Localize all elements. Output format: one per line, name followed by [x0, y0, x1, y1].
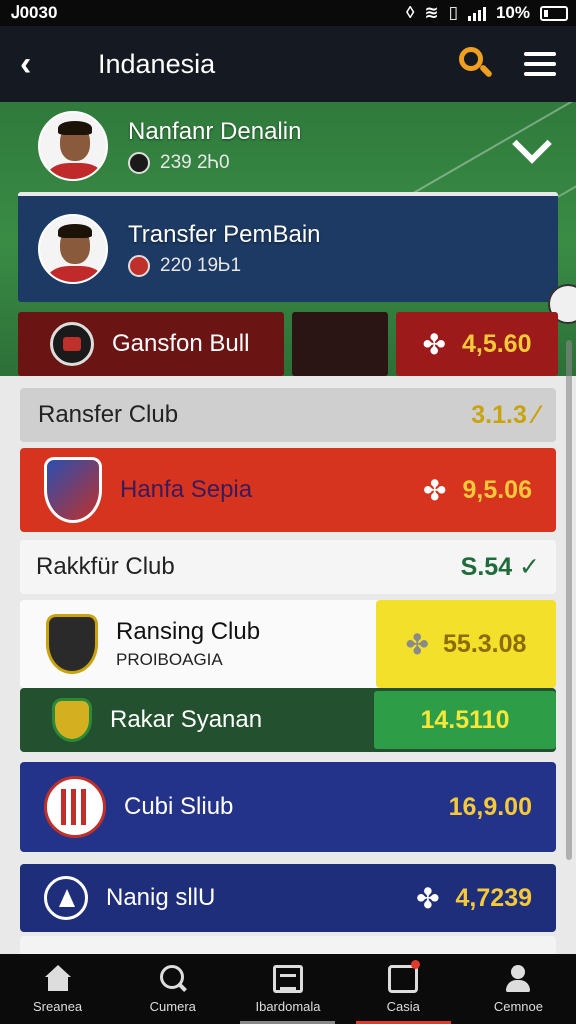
nav-messages[interactable]: Casia — [346, 954, 461, 1024]
club-subtitle: PROIBOAGIA — [116, 650, 223, 669]
status-icons: ◊ ≋ ▯ 10% — [406, 3, 568, 23]
player-card[interactable]: Nanfanr Denalin 239 2Ꮒ0 — [38, 108, 538, 184]
club-crest-icon — [44, 776, 106, 838]
price-button[interactable]: ✤ 55.3.08 — [376, 600, 556, 688]
sim-icon: ▯ — [448, 3, 458, 22]
club-badge-icon — [128, 255, 150, 277]
newspaper-icon — [273, 964, 303, 993]
nav-search[interactable]: Cumera — [115, 954, 230, 1024]
list-item[interactable]: Ransfer Club 3.1.3 ⁄ — [20, 388, 556, 442]
bottom-nav: Sreanea Cumera Ibardomala Casia Cemnoe — [0, 954, 576, 1024]
list-item[interactable]: Nanig sllU ✤ 4,7239 — [20, 864, 556, 932]
list-item[interactable]: Ransing Club PROIBOAGIA ✤ 55.3.08 — [20, 600, 556, 688]
nav-label: Sreanea — [33, 998, 83, 1014]
club-price: 16,9.00 — [448, 792, 532, 821]
club-price: 9,5.06 — [462, 475, 532, 504]
signal-icon — [467, 5, 486, 21]
nav-label: Casia — [386, 998, 420, 1014]
player-meta: 239 2Ꮒ0 — [160, 152, 230, 173]
message-icon — [388, 959, 421, 993]
club-price: 4,7239 — [455, 883, 532, 912]
list-item[interactable]: Hanfa Sepia ✤ 9,5.06 — [20, 448, 556, 532]
nav-news[interactable]: Ibardomala — [230, 954, 345, 1024]
wifi-icon: ≋ — [424, 3, 439, 22]
nav-label: Cumera — [149, 998, 196, 1014]
club-name: Hanfa Sepia — [120, 476, 253, 503]
club-badge-icon — [50, 322, 94, 366]
app-bar: ‹ Indanesia — [0, 26, 576, 102]
club-price: S.54 ✓ — [460, 553, 540, 581]
list-item[interactable]: Cubi Sliub 16,9.00 — [20, 762, 556, 852]
clover-icon: ✤ — [423, 474, 447, 506]
club-name: Cubi Sliub — [124, 793, 234, 820]
club-crest-icon — [46, 614, 98, 674]
club-name: Nanig sllU — [106, 884, 216, 911]
nav-profile[interactable]: Cemnoe — [461, 954, 576, 1024]
club-price: 14.5110 — [420, 705, 510, 734]
clover-icon: ✤ — [416, 882, 440, 914]
home-icon — [43, 964, 73, 993]
menu-icon[interactable] — [524, 52, 556, 76]
transfer-spacer — [292, 312, 388, 376]
player-name: Transfer PemBain — [128, 221, 321, 248]
club-badge-icon — [128, 152, 150, 174]
list-item[interactable]: Rakkfür Club S.54 ✓ — [20, 540, 556, 594]
club-price: 55.3.08 — [443, 629, 527, 658]
player-card[interactable]: Transfer PemBain 220 19Ꮟ1 — [18, 192, 558, 302]
scrollbar[interactable] — [566, 340, 572, 860]
avatar — [38, 214, 108, 284]
player-meta: 220 19Ꮟ1 — [160, 255, 242, 276]
clover-icon: ✤ — [422, 328, 446, 360]
club-name: Ransfer Club — [38, 401, 179, 428]
club-crest-icon — [44, 876, 88, 920]
player-name: Nanfanr Denalin — [128, 118, 302, 145]
club-name: Ransing Club — [116, 618, 261, 645]
transfer-row[interactable]: Gansfon Bull ✤ 4,5.60 — [18, 312, 558, 376]
club-name: Rakar Syanan — [110, 706, 263, 733]
price-button[interactable]: ✤ 4,5.60 — [396, 312, 558, 376]
club-price: 3.1.3 ⁄ — [471, 400, 538, 429]
nav-home[interactable]: Sreanea — [0, 954, 115, 1024]
battery-icon — [540, 5, 568, 21]
alarm-icon: ◊ — [405, 3, 415, 22]
avatar — [38, 111, 108, 181]
user-icon — [503, 964, 533, 993]
nav-label: Cemnoe — [493, 998, 543, 1014]
search-icon[interactable] — [456, 44, 496, 84]
battery-percent: 10% — [495, 3, 530, 22]
club-name: Gansfon Bull — [112, 330, 250, 357]
club-crest-icon — [52, 698, 92, 742]
clover-icon: ✤ — [405, 628, 430, 660]
status-bar: Ꭻ0030 ◊ ≋ ▯ 10% — [0, 0, 576, 26]
club-price: 4,5.60 — [461, 329, 532, 358]
status-time: Ꭻ0030 — [12, 3, 58, 22]
nav-label: Ibardomala — [255, 998, 321, 1014]
club-name: Rakkfür Club — [36, 553, 175, 580]
club-crest-icon — [44, 457, 102, 523]
back-icon[interactable]: ‹ — [20, 45, 60, 84]
club-list: Ransfer Club 3.1.3 ⁄ Hanfa Sepia ✤ 9,5.0… — [0, 376, 576, 966]
list-item[interactable]: Rakar Syanan 14.5110 — [20, 688, 556, 752]
price-button[interactable]: 14.5110 — [374, 691, 556, 749]
search-icon — [158, 964, 188, 993]
page-title: Indanesia — [98, 48, 216, 79]
